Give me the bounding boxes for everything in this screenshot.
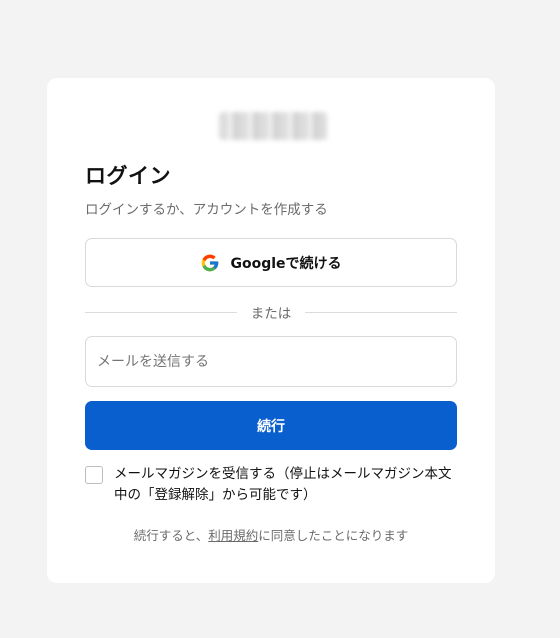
terms-prefix: 続行すると、 — [133, 528, 209, 543]
google-continue-button[interactable]: Googleで続ける — [85, 238, 457, 287]
or-divider: または — [85, 302, 457, 322]
divider-line-left — [85, 311, 237, 313]
email-input[interactable] — [85, 336, 457, 387]
newsletter-checkbox[interactable] — [85, 466, 103, 484]
terms-notice: 続行すると、利用規約に同意したことになります — [47, 525, 495, 544]
login-card: ログイン ログインするか、アカウントを作成する Googleで続ける または 続… — [47, 78, 495, 583]
divider-text: または — [250, 306, 292, 322]
brand-logo — [219, 112, 327, 140]
google-g-icon — [200, 253, 220, 273]
newsletter-optin: メールマガジンを受信する（停止はメールマガジン本文中の「登録解除」から可能です） — [85, 464, 457, 506]
google-continue-label: Googleで続ける — [230, 255, 342, 272]
page-title: ログイン — [85, 164, 171, 188]
page-subtitle: ログインするか、アカウントを作成する — [85, 202, 328, 218]
continue-button[interactable]: 続行 — [85, 401, 457, 450]
newsletter-label[interactable]: メールマガジンを受信する（停止はメールマガジン本文中の「登録解除」から可能です） — [114, 464, 457, 506]
terms-suffix: に同意したことになります — [258, 528, 409, 543]
terms-of-service-link[interactable]: 利用規約 — [208, 528, 258, 543]
divider-line-right — [305, 311, 457, 313]
